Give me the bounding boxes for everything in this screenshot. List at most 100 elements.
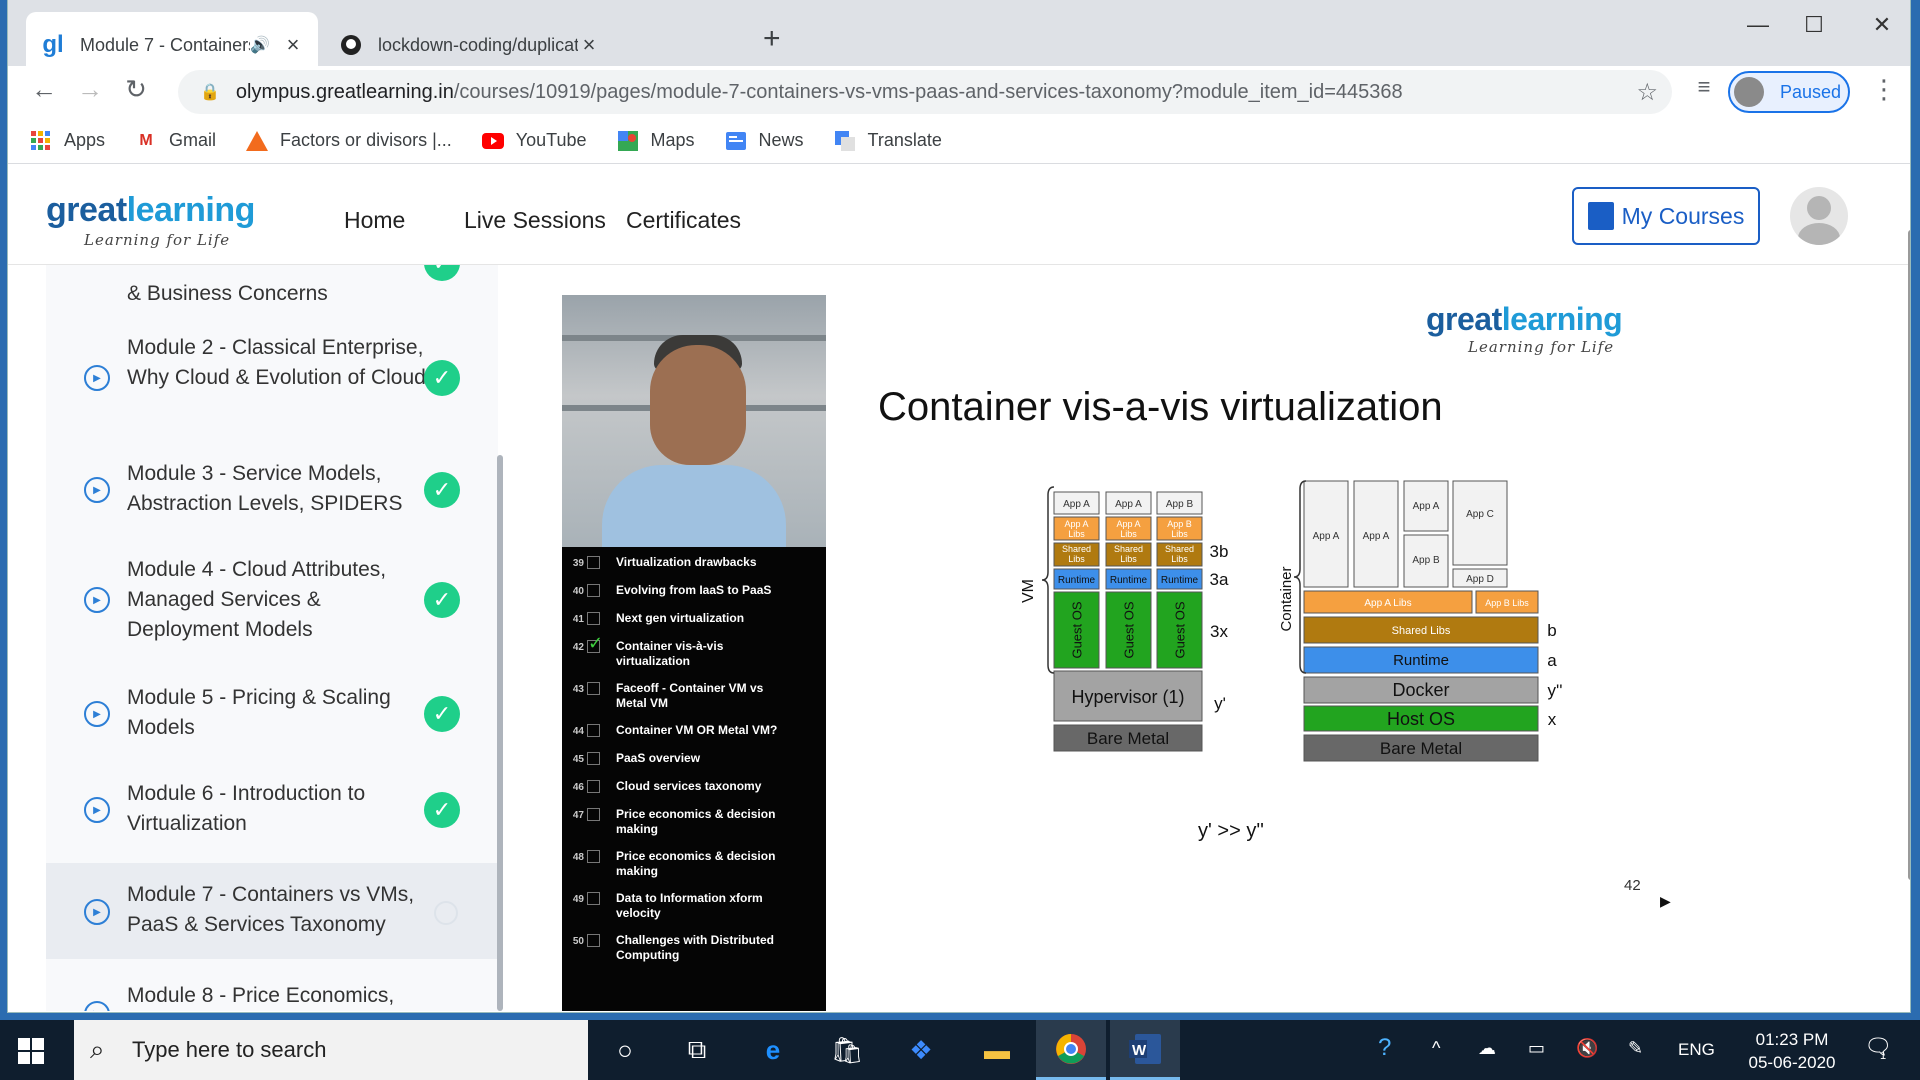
chapter-number: 43 <box>572 684 584 695</box>
volume-muted-icon[interactable]: 🔇 <box>1576 1038 1598 1059</box>
chapter-checkbox[interactable] <box>587 892 600 905</box>
module-item-8[interactable]: ▶ Module 8 - Price Economics, Data <box>46 965 498 1011</box>
help-icon[interactable]: ? <box>1378 1034 1391 1062</box>
complete-check-icon: ✓ <box>424 582 460 618</box>
cortana-icon[interactable]: ○ <box>590 1020 660 1080</box>
lock-icon[interactable]: 🔒 <box>200 82 220 102</box>
close-window-button[interactable]: ✕ <box>1862 12 1902 38</box>
complete-check-icon: ✓ <box>424 360 460 396</box>
greatlearning-logo[interactable]: greatlearning <box>46 191 255 230</box>
chapter-checkbox[interactable] <box>587 780 600 793</box>
video-chapter-item[interactable]: 50 Challenges with Distributed Computing <box>562 933 826 963</box>
module-item-4[interactable]: ▶ Module 4 - Cloud Attributes, Managed S… <box>46 541 498 661</box>
menu-kebab-icon[interactable]: ⋮ <box>1864 74 1904 105</box>
close-tab-icon[interactable]: × <box>578 32 600 58</box>
forward-icon[interactable]: → <box>70 74 110 105</box>
address-bar[interactable]: 🔒 olympus.greatlearning.in/courses/10919… <box>178 70 1672 114</box>
bookmarks-bar: Apps M Gmail Factors or divisors |... Yo… <box>8 118 1910 164</box>
bookmark-translate[interactable]: Translate <box>834 130 942 152</box>
store-icon[interactable]: 🛍 <box>812 1020 882 1080</box>
chapter-checkbox[interactable] <box>587 934 600 947</box>
maximize-button[interactable]: ☐ <box>1794 12 1834 38</box>
video-chapter-item[interactable]: 45 PaaS overview <box>562 751 826 767</box>
nav-home[interactable]: Home <box>344 207 405 234</box>
container-mark-a: a <box>1547 651 1557 670</box>
module-item-6[interactable]: ▶ Module 6 - Introduction to Virtualizat… <box>46 763 498 855</box>
chapter-checkbox[interactable] <box>587 584 600 597</box>
nav-live-sessions[interactable]: Live Sessions <box>464 207 606 234</box>
bookmark-news[interactable]: News <box>725 130 804 152</box>
video-player[interactable]: 39 Virtualization drawbacks 40 Evolving fro… <box>562 295 1814 1011</box>
bookmark-maps[interactable]: Maps <box>617 130 695 152</box>
close-tab-icon[interactable]: × <box>282 32 304 58</box>
module-item-5[interactable]: ▶ Module 5 - Pricing & Scaling Models ✓ <box>46 667 498 759</box>
next-arrow-icon[interactable]: ▶ <box>1660 893 1671 910</box>
video-chapter-item[interactable]: 41 Next gen virtualization <box>562 611 826 627</box>
video-chapter-item[interactable]: 40 Evolving from IaaS to PaaS <box>562 583 826 599</box>
video-chapter-item[interactable]: 46 Cloud services taxonomy <box>562 779 826 795</box>
chapter-checkbox[interactable] <box>587 752 600 765</box>
user-avatar-icon[interactable] <box>1790 187 1848 245</box>
container-app-label: App D <box>1466 574 1494 585</box>
bookmark-apps[interactable]: Apps <box>30 130 105 152</box>
module-item-7-active[interactable]: ▶ Module 7 - Containers vs VMs, PaaS & S… <box>46 863 498 959</box>
youtube-icon <box>481 130 504 152</box>
pen-icon[interactable]: ✎ <box>1628 1038 1643 1059</box>
chapter-checkbox[interactable] <box>587 724 600 737</box>
file-explorer-icon[interactable]: ▬ <box>962 1020 1032 1080</box>
chapter-checkbox[interactable] <box>587 808 600 821</box>
chapter-checkbox[interactable] <box>587 612 600 625</box>
bookmark-gmail[interactable]: M Gmail <box>135 130 216 152</box>
language-indicator[interactable]: ENG <box>1678 1040 1715 1060</box>
video-chapter-item[interactable]: 49 Data to Information xform velocity <box>562 891 826 921</box>
word-icon[interactable]: W <box>1110 1020 1180 1080</box>
video-chapter-item[interactable]: 39 Virtualization drawbacks <box>562 555 826 571</box>
battery-icon[interactable]: ▭ <box>1528 1038 1545 1059</box>
module-item-2[interactable]: ▶ Module 2 - Classical Enterprise, Why C… <box>46 321 498 435</box>
bookmark-factors[interactable]: Factors or divisors |... <box>246 130 452 152</box>
reload-icon[interactable]: ↻ <box>116 74 156 105</box>
show-hidden-icons[interactable]: ^ <box>1432 1038 1440 1059</box>
bookmark-youtube[interactable]: YouTube <box>481 130 587 152</box>
media-queue-icon[interactable]: ≡ <box>1684 74 1724 100</box>
system-clock[interactable]: 01:23 PM 05-06-2020 <box>1740 1028 1844 1074</box>
vm-app-libs-label: App A <box>1064 519 1088 529</box>
edge-icon[interactable]: e <box>738 1020 808 1080</box>
my-courses-label: My Courses <box>1621 202 1745 229</box>
video-chapter-item[interactable]: 48 Price economics & decision making <box>562 849 826 879</box>
chapter-checkbox[interactable] <box>587 850 600 863</box>
onedrive-icon[interactable]: ☁ <box>1478 1038 1496 1059</box>
container-group-label: Container <box>1278 566 1295 631</box>
chapter-title: PaaS overview <box>616 751 701 765</box>
sidebar-scrollbar[interactable] <box>497 455 503 1011</box>
module-item-partial[interactable]: & Business Concerns ✓ <box>46 265 498 315</box>
slide-number: 42 <box>1624 877 1641 894</box>
chapter-title: Cloud services taxonomy <box>616 779 762 793</box>
chrome-icon[interactable] <box>1036 1020 1106 1080</box>
module-label: & Business Concerns <box>127 282 328 305</box>
complete-check-icon: ✓ <box>424 265 460 281</box>
module-item-3[interactable]: ▶ Module 3 - Service Models, Abstraction… <box>46 445 498 535</box>
chapter-checkbox[interactable] <box>587 682 600 695</box>
video-chapter-item[interactable]: 44 Container VM OR Metal VM? <box>562 723 826 739</box>
my-courses-button[interactable]: My Courses <box>1572 187 1760 245</box>
windows-start-icon[interactable] <box>18 1038 44 1064</box>
new-tab-button[interactable]: + <box>763 22 781 56</box>
dropbox-icon[interactable]: ❖ <box>886 1020 956 1080</box>
profile-button[interactable]: Paused <box>1728 71 1850 113</box>
chapter-checkbox[interactable] <box>587 556 600 569</box>
task-view-icon[interactable]: ⧉ <box>662 1020 732 1080</box>
video-chapter-item[interactable]: 47 Price economics & decision making <box>562 807 826 837</box>
bookmark-star-icon[interactable]: ☆ <box>1636 78 1658 107</box>
page-scrollbar[interactable] <box>1908 230 1910 880</box>
speaker-icon[interactable]: 🔊 <box>250 35 270 55</box>
vm-app-label: App A <box>1115 499 1142 510</box>
nav-certificates[interactable]: Certificates <box>626 207 741 234</box>
chapter-checkbox[interactable] <box>587 636 603 653</box>
video-chapter-item[interactable]: 42 Container vis-à-vis virtualization <box>562 636 826 669</box>
video-chapter-item[interactable]: 43 Faceoff - Container VM vs Metal VM <box>562 681 826 711</box>
minimize-button[interactable]: — <box>1738 12 1778 38</box>
notifications-icon[interactable]: 🗨 <box>1864 1034 1892 1060</box>
taskbar-search[interactable]: ⌕ Type here to search <box>74 1020 588 1080</box>
back-icon[interactable]: ← <box>24 74 64 105</box>
